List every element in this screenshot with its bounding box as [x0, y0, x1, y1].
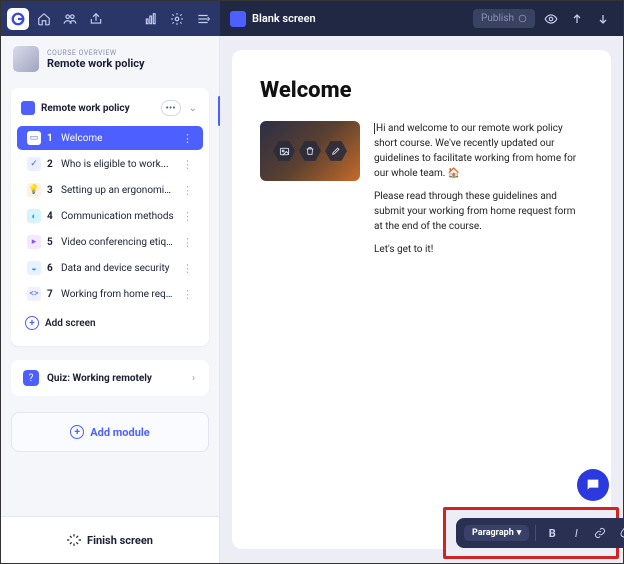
sparkle-icon [67, 533, 81, 547]
process-icon: ◐ [27, 209, 41, 223]
screen-item-3[interactable]: 💡 3 Setting up an ergonomic... ⋮ [17, 178, 203, 202]
screen-number: 5 [47, 237, 55, 248]
screen-item-6[interactable]: ◒ 6 Data and device security ⋮ [17, 256, 203, 280]
text-toolbar-highlight: Paragraph ▾ B I ••• [443, 507, 619, 559]
image-delete-icon[interactable] [299, 140, 321, 162]
add-module-button[interactable]: + Add module [11, 412, 209, 452]
preview-icon[interactable] [541, 9, 561, 29]
blank-screen-icon: ▭ [27, 131, 41, 145]
module-card: Remote work policy ••• ⌄ ▭ 1 Welcome ⋮ ✓… [11, 88, 209, 346]
image-replace-icon[interactable] [273, 140, 295, 162]
add-screen-button[interactable]: + Add screen [11, 308, 209, 338]
screen-options-icon[interactable]: ⋮ [182, 236, 193, 249]
move-up-icon[interactable] [567, 9, 587, 29]
screen-item-4[interactable]: ◐ 4 Communication methods ⋮ [17, 204, 203, 228]
add-module-label: Add module [90, 426, 149, 439]
screen-options-icon[interactable]: ⋮ [182, 158, 193, 171]
plus-icon: + [70, 425, 84, 439]
help-chat-button[interactable] [577, 469, 609, 501]
screen-label: Who is eligible to work... [61, 159, 176, 170]
chevron-down-icon: ▾ [517, 528, 522, 538]
screen-label: Welcome [61, 133, 176, 144]
screen-number: 1 [47, 133, 55, 144]
screen-item-5[interactable]: ▸ 5 Video conferencing etiquette ⋮ [17, 230, 203, 254]
share-icon[interactable] [85, 8, 107, 30]
users-icon[interactable] [59, 8, 81, 30]
paragraph-1[interactable]: Hi and welcome to our remote work policy… [374, 123, 576, 179]
screen-options-icon[interactable]: ⋮ [182, 210, 193, 223]
text-toolbar: Paragraph ▾ B I ••• [456, 518, 624, 548]
screen-item-1[interactable]: ▭ 1 Welcome ⋮ [17, 126, 203, 150]
quiz-title: Quiz: Working remotely [47, 373, 182, 384]
bulb-icon: 💡 [27, 183, 41, 197]
screen-number: 4 [47, 211, 55, 222]
chevron-right-icon: › [190, 373, 197, 384]
add-screen-label: Add screen [45, 318, 96, 329]
video-icon: ▸ [27, 235, 41, 249]
screen-number: 3 [47, 185, 55, 196]
screen-label: Data and device security [61, 263, 176, 274]
course-thumbnail [13, 46, 39, 72]
module-header[interactable]: Remote work policy ••• ⌄ [11, 94, 209, 124]
course-header[interactable]: COURSE OVERVIEW Remote work policy [1, 36, 219, 82]
finish-screen-label: Finish screen [87, 534, 153, 547]
screen-label: Video conferencing etiquette [61, 237, 176, 248]
home-icon[interactable] [33, 8, 55, 30]
collapse-sidebar-icon[interactable] [192, 8, 214, 30]
paragraph-style-label: Paragraph [472, 528, 514, 538]
security-icon: ◒ [27, 261, 41, 275]
screen-label: Setting up an ergonomic... [61, 185, 176, 196]
quiz-card[interactable]: ? Quiz: Working remotely › [11, 360, 209, 396]
screen-number: 2 [47, 159, 55, 170]
paragraph-style-select[interactable]: Paragraph ▾ [464, 525, 529, 541]
paragraph-2[interactable]: Please read through these guidelines and… [374, 189, 583, 234]
plus-icon: + [25, 316, 39, 330]
publish-button[interactable]: Publish [473, 9, 535, 28]
module-title: Remote work policy [41, 103, 155, 114]
color-button[interactable] [614, 523, 624, 543]
course-overview-label: COURSE OVERVIEW [47, 49, 145, 57]
settings-icon[interactable] [166, 8, 188, 30]
screen-item-2[interactable]: ✓ 2 Who is eligible to work... ⋮ [17, 152, 203, 176]
page-heading[interactable]: Welcome [260, 78, 583, 103]
embed-icon: <> [27, 287, 41, 301]
link-button[interactable] [590, 523, 610, 543]
screen-options-icon[interactable]: ⋮ [182, 184, 193, 197]
screen-item-7[interactable]: <> 7 Working from home request... ⋮ [17, 282, 203, 306]
editor-canvas[interactable]: Welcome Hi [232, 50, 611, 549]
app-logo[interactable] [7, 8, 29, 30]
paragraph-3[interactable]: Let's get to it! [374, 242, 583, 257]
move-down-icon[interactable] [593, 9, 613, 29]
analytics-icon[interactable] [140, 8, 162, 30]
screen-options-icon[interactable]: ⋮ [182, 262, 193, 275]
image-edit-icon[interactable] [325, 140, 347, 162]
screen-label: Communication methods [61, 211, 176, 222]
finish-screen-button[interactable]: Finish screen [1, 516, 219, 563]
quiz-icon: ? [23, 370, 39, 386]
chevron-down-icon[interactable]: ⌄ [187, 103, 199, 114]
course-title: Remote work policy [47, 57, 145, 70]
screen-options-icon[interactable]: ⋮ [182, 132, 193, 145]
bold-button[interactable]: B [542, 523, 562, 543]
module-options-button[interactable]: ••• [161, 100, 181, 116]
publish-label: Publish [481, 13, 514, 24]
content-text[interactable]: Hi and welcome to our remote work policy… [374, 121, 583, 265]
current-screen-chip: Blank screen [230, 11, 316, 27]
module-icon [21, 101, 35, 115]
screen-label: Working from home request... [61, 289, 176, 300]
content-image[interactable] [260, 121, 360, 181]
screen-number: 6 [47, 263, 55, 274]
italic-button[interactable]: I [566, 523, 586, 543]
checklist-icon: ✓ [27, 157, 41, 171]
current-screen-label: Blank screen [252, 12, 316, 25]
screen-options-icon[interactable]: ⋮ [182, 288, 193, 301]
screen-number: 7 [47, 289, 55, 300]
